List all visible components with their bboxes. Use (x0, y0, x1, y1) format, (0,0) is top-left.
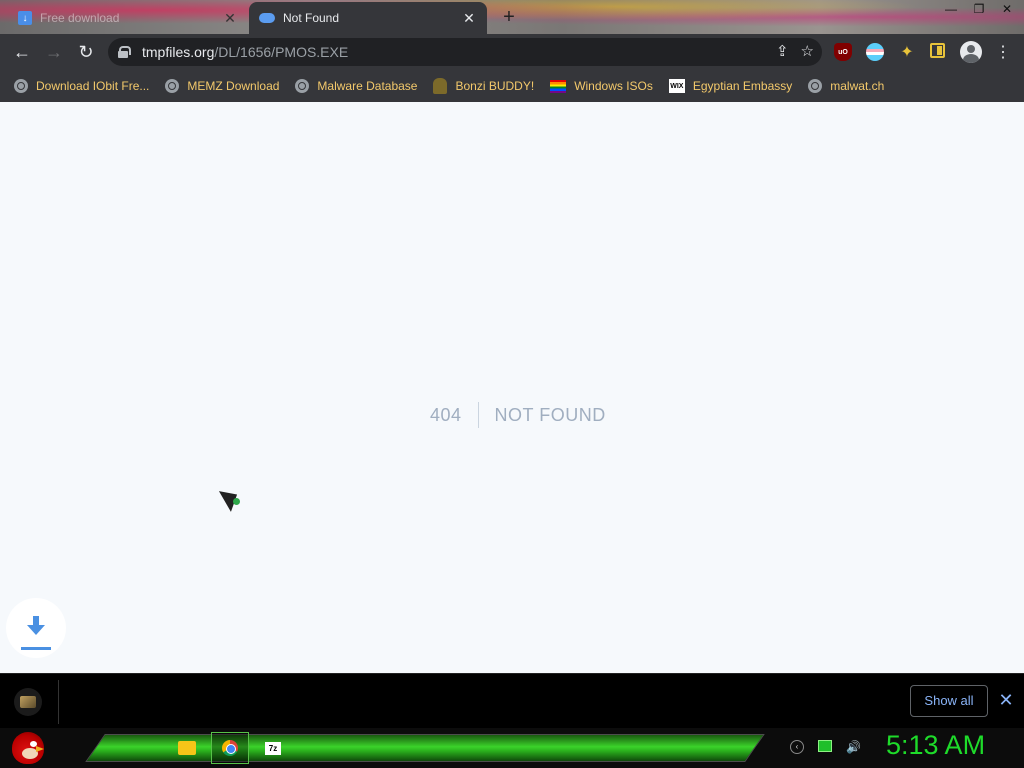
side-panel-icon[interactable] (930, 43, 945, 58)
error-message: NOT FOUND (494, 405, 606, 425)
bonzi-icon (433, 78, 448, 94)
taskbar: 7z ‹ 🔊 5:13 AM (0, 728, 1024, 768)
bookmark-label: Bonzi BUDDY! (455, 79, 535, 93)
download-item-icon[interactable] (14, 688, 42, 716)
address-bar[interactable]: tmpfiles.org/DL/1656/PMOS.EXE ⇪ ☆ (108, 38, 822, 66)
tab-close-icon[interactable]: ✕ (461, 10, 477, 26)
profile-avatar-icon[interactable] (960, 41, 982, 63)
bookmark-windows-isos[interactable]: Windows ISOs (550, 79, 653, 93)
chrome-icon (222, 740, 238, 756)
bookmark-bonzi-buddy[interactable]: Bonzi BUDDY! (433, 78, 534, 94)
download-button[interactable] (6, 598, 66, 658)
taskbar-7zip[interactable]: 7z (254, 732, 292, 764)
taskbar-chrome[interactable] (211, 732, 249, 764)
bookmark-label: MEMZ Download (187, 79, 280, 93)
url-host: tmpfiles.org (142, 44, 215, 60)
minimize-icon[interactable]: — (944, 2, 958, 16)
folder-icon (178, 741, 196, 755)
bookmarks-bar: Download IObit Fre... MEMZ Download Malw… (0, 70, 1024, 102)
browser-toolbar: ← → ↻ tmpfiles.org/DL/1656/PMOS.EXE ⇪ ☆ … (0, 34, 1024, 70)
back-arrow-icon[interactable]: ← (6, 36, 38, 68)
bookmark-egyptian-embassy[interactable]: WIX Egyptian Embassy (668, 79, 793, 93)
forward-arrow-icon[interactable]: → (38, 36, 70, 68)
start-button[interactable] (8, 728, 48, 768)
globe-icon (808, 79, 823, 93)
mouse-cursor-icon (218, 484, 244, 512)
bookmark-label: malwat.ch (830, 79, 885, 93)
bookmark-iobit[interactable]: Download IObit Fre... (14, 79, 149, 93)
bookmark-label: Download IObit Fre... (36, 79, 150, 93)
bookmark-malware-database[interactable]: Malware Database (295, 79, 417, 93)
desktop: ↓ Free download ✕ Not Found ✕ + — ❐ ✕ ← … (0, 0, 1024, 768)
file-icon (20, 696, 36, 708)
download-shelf: Show all ✕ (0, 673, 1024, 728)
tab-free-download[interactable]: ↓ Free download ✕ (8, 2, 248, 34)
globe-icon (295, 79, 310, 93)
omnibox-actions: ⇪ ☆ (776, 42, 814, 60)
url-path: /DL/1656/PMOS.EXE (214, 44, 349, 60)
bookmark-memz[interactable]: MEMZ Download (165, 79, 279, 93)
window-controls: — ❐ ✕ (944, 2, 1014, 16)
download-arrow-icon (21, 616, 51, 652)
reload-icon[interactable]: ↻ (70, 36, 102, 68)
bookmark-label: Egyptian Embassy (692, 79, 793, 93)
extensions-puzzle-icon[interactable]: ✦ (898, 43, 916, 61)
close-icon[interactable]: ✕ (1000, 2, 1014, 16)
tab-title: Not Found (283, 11, 340, 25)
globe-icon (165, 79, 180, 93)
tab-not-found[interactable]: Not Found ✕ (249, 2, 487, 34)
ublock-origin-icon[interactable]: uO (834, 43, 852, 61)
system-tray: ‹ 🔊 (790, 740, 861, 754)
show-all-button[interactable]: Show all (910, 685, 988, 717)
cloud-favicon-icon (259, 13, 275, 23)
taskbar-file-explorer[interactable] (168, 732, 206, 764)
download-favicon-icon: ↓ (18, 11, 32, 25)
plus-icon[interactable]: + (498, 6, 520, 28)
wix-icon: WIX (668, 79, 685, 93)
error-code: 404 (430, 402, 479, 428)
7zip-icon: 7z (265, 741, 281, 755)
close-shelf-icon[interactable]: ✕ (996, 690, 1016, 710)
restore-icon[interactable]: ❐ (972, 2, 986, 16)
not-found-message: 404 NOT FOUND (430, 402, 606, 428)
kebab-menu-icon[interactable]: ⋮ (994, 43, 1012, 61)
shelf-divider (58, 680, 59, 724)
lock-icon[interactable] (118, 46, 131, 58)
cursor-dot (233, 498, 240, 505)
bookmark-label: Windows ISOs (574, 79, 653, 93)
volume-icon[interactable]: 🔊 (846, 740, 861, 754)
tab-title: Free download (40, 11, 120, 25)
star-icon[interactable]: ☆ (801, 42, 814, 60)
globe-icon (14, 79, 28, 93)
share-icon[interactable]: ⇪ (776, 42, 789, 60)
tray-arrow-icon[interactable]: ‹ (790, 740, 804, 754)
bookmark-malwatch[interactable]: malwat.ch (808, 79, 884, 93)
tab-strip: ↓ Free download ✕ Not Found ✕ + — ❐ ✕ (0, 0, 1024, 34)
tab-close-icon[interactable]: ✕ (222, 10, 238, 26)
rainbow-flag-icon (550, 79, 567, 93)
clock[interactable]: 5:13 AM (886, 730, 985, 761)
bookmark-label: Malware Database (317, 79, 418, 93)
bird-beak (36, 746, 44, 752)
trans-flag-extension-icon[interactable] (866, 43, 884, 61)
network-icon[interactable] (818, 740, 832, 752)
web-page: 404 NOT FOUND (0, 102, 1024, 673)
